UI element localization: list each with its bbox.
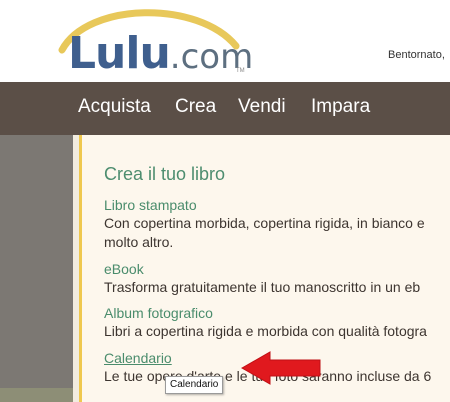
welcome-text: Bentornato,: [388, 49, 445, 61]
logo-trademark: TM: [236, 68, 245, 74]
nav-item-acquista[interactable]: Acquista: [78, 96, 151, 118]
banner-strip: [0, 388, 73, 402]
link-album-fotografico[interactable]: Album fotografico: [104, 305, 213, 321]
link-calendario[interactable]: Calendario: [104, 350, 172, 366]
desc-album-fotografico: Libri a copertina rigida e morbida con q…: [104, 323, 427, 339]
lulu-logo[interactable]: Lulu.com TM: [58, 6, 258, 78]
desc-libro-stampato-line2: molto altro.: [104, 234, 174, 250]
logo-wordmark: Lulu.com: [68, 28, 254, 79]
link-libro-stampato[interactable]: Libro stampato: [104, 197, 197, 213]
main-nav: Acquista Crea Vendi Impara: [0, 82, 450, 135]
tooltip-text: Calendario: [170, 379, 219, 390]
nav-item-crea[interactable]: Crea: [175, 96, 216, 118]
nav-item-vendi[interactable]: Vendi: [238, 96, 286, 118]
desc-libro-stampato-line1: Con copertina morbida, copertina rigida,…: [104, 215, 425, 231]
nav-item-impara[interactable]: Impara: [311, 96, 370, 118]
desc-ebook: Trasforma gratuitamente il tuo manoscrit…: [104, 279, 421, 295]
dropdown-title: Crea il tuo libro: [104, 164, 226, 184]
red-arrow-icon: [240, 351, 321, 385]
background-banner: [0, 135, 73, 402]
link-ebook[interactable]: eBook: [104, 261, 144, 277]
site-header: Lulu.com TM Bentornato,: [0, 0, 450, 82]
tooltip: Calendario: [165, 376, 224, 394]
